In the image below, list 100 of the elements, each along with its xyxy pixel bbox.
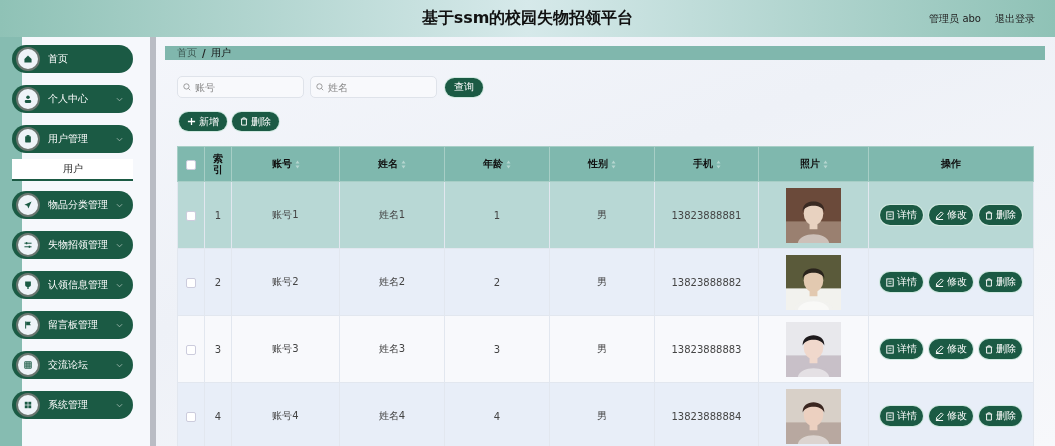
edit-button[interactable]: 修改 [929,205,973,225]
sort-icon[interactable] [506,159,511,169]
table-cell: 账号3 [272,343,299,354]
table-cell: 13823888883 [671,343,742,355]
detail-button[interactable]: 详情 [880,272,923,292]
column-header: 账号 [271,157,292,171]
table-cell: 姓名4 [378,410,406,421]
row-checkbox[interactable] [186,277,196,288]
user-label: 管理员 abo [929,11,981,26]
delete-button[interactable]: 删除 [979,406,1022,426]
trash-icon [985,277,993,287]
trash-icon [240,117,248,126]
table-cell: 姓名1 [378,209,406,220]
chevron-icon [116,282,123,288]
edit-button[interactable]: 修改 [929,406,973,426]
pencil-icon [935,210,944,220]
document-icon [886,210,894,220]
document-icon [886,277,894,287]
row-checkbox[interactable] [186,411,196,422]
column-header: 姓名 [378,157,398,171]
submenu-item[interactable]: 用户 [12,159,133,181]
table-cell: 姓名3 [378,343,406,354]
table-cell: 男 [597,276,607,287]
table-cell: 男 [597,209,607,220]
search-field[interactable]: 账号 [177,76,304,98]
table-cell: 4 [493,410,501,422]
table-row[interactable]: 4 账号4 姓名4 4 男 13823888884 详情 修改 删除 [177,382,1034,446]
table-cell: 男 [597,410,607,421]
menu-item[interactable]: 留言板管理 [12,311,133,339]
table-cell: 13823888881 [671,209,742,221]
column-header: 操作 [941,157,961,171]
pencil-icon [935,344,944,354]
menu-item[interactable]: 交流论坛 [12,351,133,379]
menu-item[interactable]: 首页 [12,45,133,73]
detail-button[interactable]: 详情 [880,339,923,359]
document-icon [886,344,894,354]
pencil-icon [935,277,944,287]
sort-icon[interactable] [401,159,406,169]
menu-item[interactable]: 个人中心 [12,85,133,113]
menu-icon [23,134,33,144]
sort-icon[interactable] [611,159,616,169]
menu-icon [23,94,33,104]
search-icon [183,83,191,91]
table-cell: 3 [214,343,222,355]
select-all-checkbox[interactable] [186,159,196,170]
table-cell: 账号4 [272,410,299,421]
table-row[interactable]: 3 账号3 姓名3 3 男 13823888883 详情 修改 删除 [177,315,1034,383]
table-cell: 男 [597,343,607,354]
menu-icon [23,240,33,250]
menu-icon [23,320,33,330]
search-button[interactable]: 查询 [445,77,483,97]
chevron-icon [116,136,123,142]
row-checkbox[interactable] [186,210,196,221]
table-cell: 1 [214,209,222,221]
document-icon [886,411,894,421]
menu-item[interactable]: 失物招领管理 [12,231,133,259]
menu-item[interactable]: 物品分类管理 [12,191,133,219]
chevron-icon [116,402,123,408]
table-row[interactable]: 2 账号2 姓名2 2 男 13823888882 详情 修改 删除 [177,248,1034,316]
edit-button[interactable]: 修改 [929,272,973,292]
chevron-icon [116,242,123,248]
add-button[interactable]: 新增 [179,112,227,131]
sort-icon[interactable] [822,159,828,169]
table-cell: 1 [493,209,501,221]
table-cell: 2 [214,276,222,288]
table-cell: 4 [214,410,222,422]
sort-icon[interactable] [715,159,721,169]
menu-icon [23,400,33,410]
table-cell: 账号1 [272,209,299,220]
menu-icon [23,200,33,210]
trash-icon [985,210,993,220]
table-cell: 13823888884 [671,410,742,422]
logout-link[interactable]: 退出登录 [995,11,1035,26]
delete-button[interactable]: 删除 [979,339,1022,359]
table-cell: 2 [493,276,501,288]
column-header: 年龄 [483,157,503,171]
chevron-icon [116,362,123,368]
row-checkbox[interactable] [186,344,196,355]
edit-button[interactable]: 修改 [929,339,973,359]
table-cell: 账号2 [272,276,299,287]
chevron-icon [116,96,123,102]
delete-button[interactable]: 删除 [979,272,1022,292]
table-row[interactable]: 1 账号1 姓名1 1 男 13823888881 详情 修改 删除 [177,181,1034,249]
delete-button[interactable]: 删除 [232,112,279,131]
menu-item[interactable]: 系统管理 [12,391,133,419]
chevron-icon [116,202,123,208]
column-header: 照片 [799,157,820,171]
menu-icon [23,360,33,370]
menu-item[interactable]: 认领信息管理 [12,271,133,299]
detail-button[interactable]: 详情 [880,406,923,426]
trash-icon [985,344,993,354]
search-field[interactable]: 姓名 [310,76,437,98]
breadcrumb-separator: / [202,47,206,59]
trash-icon [985,411,993,421]
menu-item[interactable]: 用户管理 [12,125,133,153]
detail-button[interactable]: 详情 [880,205,923,225]
delete-button[interactable]: 删除 [979,205,1022,225]
pencil-icon [935,411,944,421]
sort-icon[interactable] [294,159,300,169]
breadcrumb-item[interactable]: 首页 [177,46,197,60]
